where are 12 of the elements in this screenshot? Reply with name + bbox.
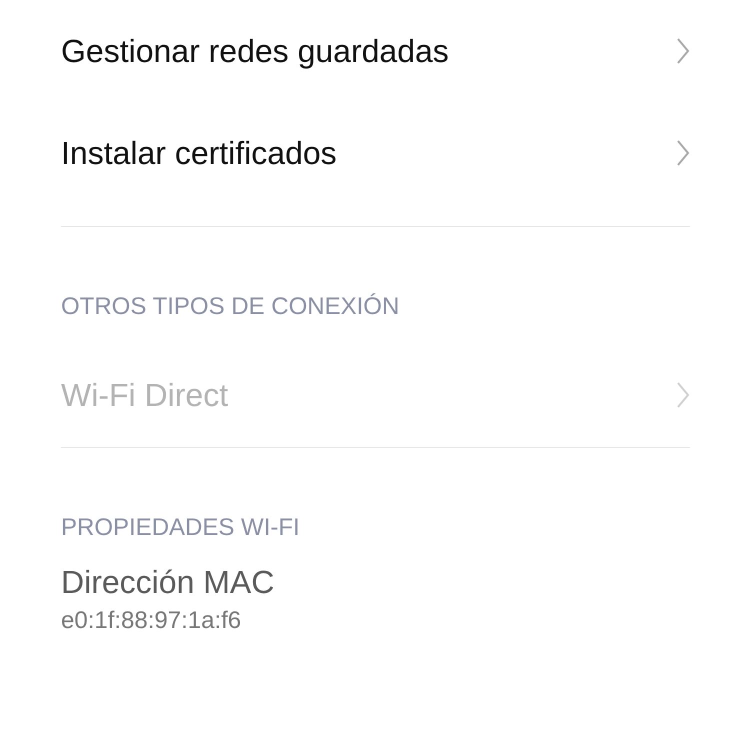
row-title: Dirección MAC (61, 564, 276, 601)
settings-row[interactable]: Gestionar redes guardadas (61, 0, 690, 102)
row-title: Instalar certificados (61, 134, 337, 172)
mac-address-value: e0:1f:88:97:1a:f6 (61, 607, 242, 635)
section-header: PROPIEDADES WI-FI (61, 513, 301, 543)
row-title: Gestionar redes guardadas (61, 32, 449, 70)
settings-row[interactable]: Instalar certificados (61, 102, 690, 204)
chevron-right-icon (676, 139, 690, 167)
row-title: Wi-Fi Direct (61, 376, 228, 414)
chevron-right-icon (676, 381, 690, 409)
chevron-right-icon (676, 37, 690, 65)
section-header: OTROS TIPOS DE CONEXIÓN (61, 292, 400, 322)
